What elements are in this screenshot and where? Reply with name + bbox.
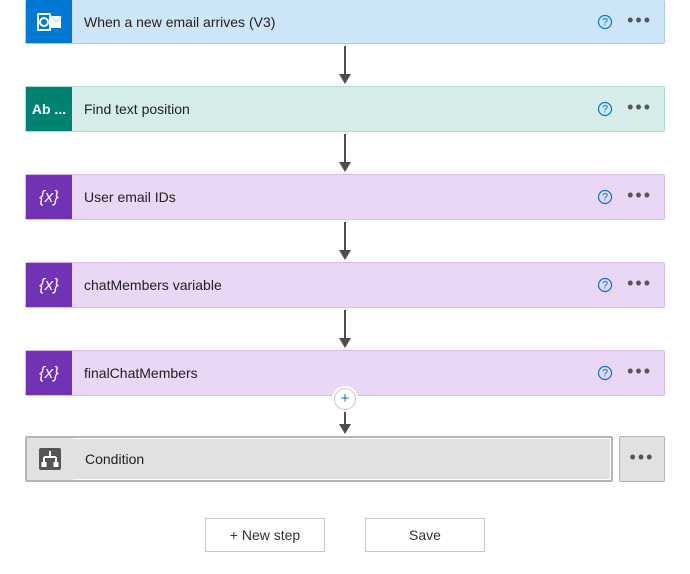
svg-text:?: ? <box>602 104 608 116</box>
step-find-text-position[interactable]: Ab ... Find text position ? ••• <box>25 86 665 132</box>
svg-text:?: ? <box>602 368 608 380</box>
step-title: Find text position <box>72 87 580 131</box>
help-icon[interactable]: ? <box>597 101 613 117</box>
insert-step-area: + <box>25 396 665 406</box>
step-user-email-ids[interactable]: {x} User email IDs ? ••• <box>25 174 665 220</box>
variable-icon: {x} <box>26 351 72 395</box>
step-outlook-trigger[interactable]: When a new email arrives (V3) ? ••• <box>25 0 665 44</box>
step-title: chatMembers variable <box>72 263 580 307</box>
variable-icon: {x} <box>26 175 72 219</box>
flow-arrow <box>25 44 665 86</box>
outlook-icon <box>26 0 72 43</box>
flow-arrow <box>25 406 665 436</box>
help-icon[interactable]: ? <box>597 365 613 381</box>
flow-arrow <box>25 132 665 174</box>
flow-arrow <box>25 220 665 262</box>
step-title: finalChatMembers <box>72 351 580 395</box>
flow-arrow <box>25 308 665 350</box>
help-icon[interactable]: ? <box>597 189 613 205</box>
help-icon[interactable]: ? <box>597 277 613 293</box>
variable-icon: {x} <box>26 263 72 307</box>
help-icon[interactable]: ? <box>597 14 613 30</box>
step-title: User email IDs <box>72 175 580 219</box>
svg-text:?: ? <box>602 280 608 292</box>
svg-text:?: ? <box>602 16 608 28</box>
insert-step-button[interactable]: + <box>334 388 356 410</box>
text-operations-icon: Ab ... <box>26 87 72 131</box>
new-step-button[interactable]: + New step <box>205 518 325 552</box>
condition-icon <box>27 438 73 480</box>
svg-text:?: ? <box>602 192 608 204</box>
step-title: Condition <box>73 438 611 480</box>
step-title: When a new email arrives (V3) <box>72 0 580 43</box>
condition-more-button[interactable]: ••• <box>619 436 665 482</box>
step-chatmembers-variable[interactable]: {x} chatMembers variable ? ••• <box>25 262 665 308</box>
save-button[interactable]: Save <box>365 518 485 552</box>
step-condition[interactable]: Condition <box>25 436 613 482</box>
